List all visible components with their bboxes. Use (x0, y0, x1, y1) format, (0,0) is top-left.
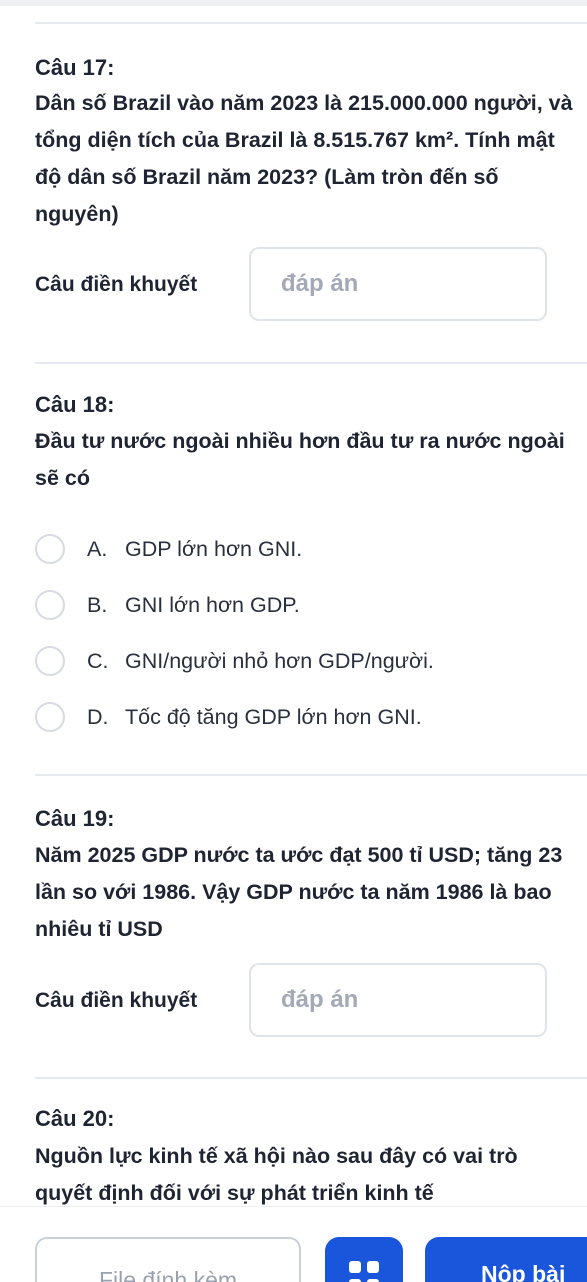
option-a[interactable]: A. GDP lớn hơn GNI. (35, 529, 580, 569)
divider (35, 362, 587, 364)
radio-button[interactable] (35, 702, 65, 732)
grid-icon (349, 1261, 379, 1282)
option-b[interactable]: B. GNI lớn hơn GDP. (35, 585, 580, 625)
question-number: Câu 17: (35, 55, 115, 80)
divider (35, 22, 587, 24)
option-d[interactable]: D. Tốc độ tăng GDP lớn hơn GNI. (35, 697, 580, 737)
answer-input[interactable] (249, 963, 547, 1037)
question-text: Nguồn lực kinh tế xã hội nào sau đây có … (35, 1144, 518, 1205)
divider (35, 1077, 587, 1079)
radio-button[interactable] (35, 534, 65, 564)
question-text: Dân số Brazil vào năm 2023 là 215.000.00… (35, 91, 573, 226)
option-c[interactable]: C. GNI/người nhỏ hơn GDP/người. (35, 641, 580, 681)
fill-in-label: Câu điền khuyết (35, 273, 198, 296)
option-text: GDP lớn hơn GNI. (125, 536, 303, 561)
option-letter: A. (87, 536, 108, 561)
option-letter: B. (87, 592, 108, 617)
option-text: Tốc độ tăng GDP lớn hơn GNI. (125, 704, 422, 729)
question-number: Câu 19: (35, 806, 115, 831)
question-number: Câu 18: (35, 392, 115, 417)
radio-button[interactable] (35, 590, 65, 620)
bottom-action-bar: File đính kèm Nộp bài (0, 1206, 587, 1282)
top-edge (0, 0, 587, 6)
question-text: Đầu tư nước ngoài nhiều hơn đầu tư ra nư… (35, 429, 565, 490)
question-grid-button[interactable] (325, 1237, 403, 1282)
question-number: Câu 20: (35, 1106, 115, 1131)
option-text: GNI lớn hơn GDP. (125, 592, 300, 617)
option-text: GNI/người nhỏ hơn GDP/người. (125, 648, 434, 673)
attach-file-button[interactable]: File đính kèm (35, 1237, 301, 1282)
submit-button[interactable]: Nộp bài (425, 1237, 587, 1282)
radio-button[interactable] (35, 646, 65, 676)
option-letter: C. (87, 648, 109, 673)
divider (35, 774, 587, 776)
option-letter: D. (87, 704, 109, 729)
answer-input[interactable] (249, 247, 547, 321)
fill-in-label: Câu điền khuyết (35, 989, 198, 1012)
question-text: Năm 2025 GDP nước ta ước đạt 500 tỉ USD;… (35, 843, 563, 941)
